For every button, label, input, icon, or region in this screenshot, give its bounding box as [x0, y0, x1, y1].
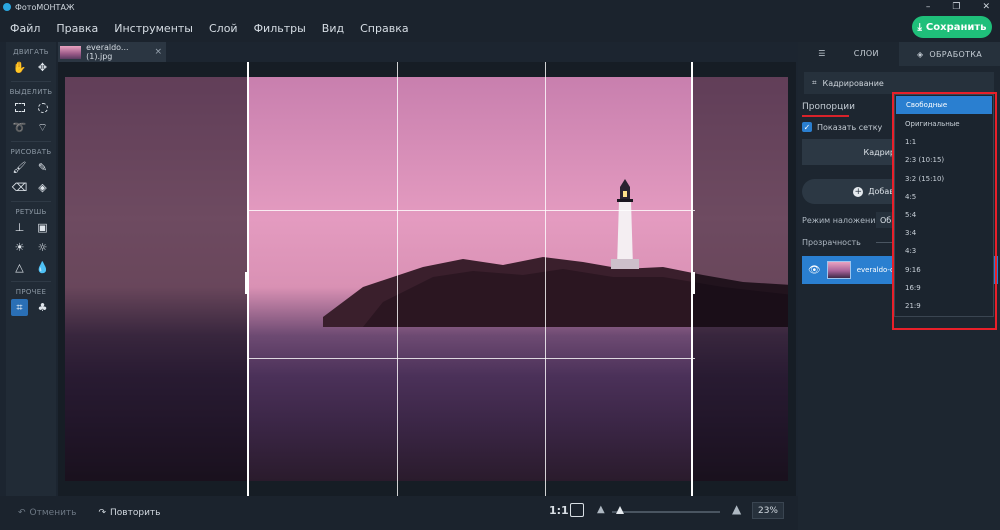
crop-icon[interactable]: ⌗	[11, 299, 28, 316]
tab-filename: everaldo... (1).jpg	[86, 43, 129, 61]
opacity-label: Прозрачность	[802, 238, 861, 247]
fill-icon[interactable]: ◈	[34, 179, 51, 196]
zoom-slider-knob[interactable]	[616, 506, 624, 514]
close-window-icon[interactable]: ✕	[982, 2, 990, 12]
redo-icon: ↷	[98, 508, 107, 518]
bottom-bar: ↶ Отменить ↷ Повторить 1:1 ▲ ▲ 23%	[0, 496, 800, 530]
sliders-icon: ☰	[818, 48, 826, 58]
close-icon[interactable]: ×	[154, 47, 162, 57]
actual-size-button[interactable]: 1:1	[549, 504, 569, 517]
lasso-icon[interactable]: ➰	[11, 119, 28, 136]
proportions-underline	[802, 115, 849, 117]
layers-icon: ◈	[916, 49, 924, 59]
show-grid-label: Показать сетку	[817, 122, 883, 132]
ellipse-select-icon[interactable]	[34, 99, 51, 116]
burn-icon[interactable]: ☼	[34, 239, 51, 256]
proportions-label: Пропорции	[802, 102, 855, 112]
dodge-icon[interactable]: ☀	[11, 239, 28, 256]
group-label-select: ВЫДЕЛИТЬ	[9, 88, 53, 96]
hand-icon[interactable]: ✋	[11, 59, 28, 76]
group-label-other: ПРОЧЕЕ	[15, 288, 47, 296]
rect-select-icon[interactable]	[11, 99, 28, 116]
canvas-area[interactable]	[58, 62, 796, 496]
menu-help[interactable]: Справка	[360, 22, 408, 35]
save-label: Сохранить	[925, 21, 987, 33]
app-logo-icon	[3, 3, 11, 11]
layer-thumbnail	[826, 261, 851, 279]
crop-handle-top-right[interactable]	[691, 62, 693, 70]
menu-view[interactable]: Вид	[322, 22, 344, 35]
move-icon[interactable]: ✥	[34, 59, 51, 76]
crop-handle-left[interactable]	[245, 272, 249, 294]
brush-icon[interactable]: 🖌	[11, 159, 28, 176]
menu-file[interactable]: Файл	[10, 22, 40, 35]
shapes-icon[interactable]: ♣	[34, 299, 51, 316]
tab-thumbnail	[60, 45, 82, 59]
tab-layers[interactable]: ☰ СЛОИ	[798, 42, 899, 66]
stamp-icon[interactable]: ⊥	[11, 219, 28, 236]
menu-layer[interactable]: Слой	[209, 22, 238, 35]
tool-sidebar: ДВИГАТЬ ✋ ✥ ВЫДЕЛИТЬ ➰ ⌔ РИСОВАТЬ 🖌 ✎ ⌫ …	[6, 42, 56, 496]
crop-tool-header[interactable]: ⌗ Кадрирование	[804, 72, 994, 94]
download-icon: ⤓	[917, 21, 922, 33]
pencil-icon[interactable]: ✎	[34, 159, 51, 176]
crop-handle-top-left[interactable]	[247, 62, 249, 70]
menu-filters[interactable]: Фильтры	[254, 22, 306, 35]
zoom-slider[interactable]	[612, 511, 720, 513]
group-label-draw: РИСОВАТЬ	[10, 148, 52, 156]
menu-bar: Файл Правка Инструменты Слой Фильтры Вид…	[0, 14, 1000, 42]
zoom-value-field[interactable]: 23%	[752, 502, 784, 519]
show-grid-checkbox[interactable]: ✓	[802, 122, 812, 132]
app-title: ФотоМОНТАЖ	[15, 2, 75, 12]
undo-button[interactable]: ↶ Отменить	[18, 508, 76, 518]
undo-label: Отменить	[29, 508, 77, 518]
maximize-icon[interactable]: ❐	[952, 2, 960, 12]
tab-processing-label: ОБРАБОТКА	[929, 49, 983, 59]
undo-icon: ↶	[18, 508, 26, 518]
minimize-icon[interactable]: –	[926, 2, 931, 12]
tab-layers-label: СЛОИ	[853, 48, 879, 58]
fit-screen-icon[interactable]	[570, 503, 584, 517]
plus-circle-icon: +	[853, 186, 864, 197]
patch-icon[interactable]: ▣	[34, 219, 51, 236]
document-tab[interactable]: everaldo... (1).jpg ×	[58, 42, 166, 62]
zoom-out-icon[interactable]: ▲	[597, 504, 605, 515]
poly-lasso-icon[interactable]: ⌔	[34, 119, 51, 136]
highlight-annotation	[892, 92, 997, 330]
save-button[interactable]: ⤓ Сохранить	[912, 16, 992, 38]
redo-button[interactable]: ↷ Повторить	[98, 508, 160, 518]
title-bar: ФотоМОНТАЖ – ❐ ✕	[0, 0, 1000, 14]
window-controls: – ❐ ✕	[926, 2, 990, 12]
zoom-in-icon[interactable]: ▲	[732, 502, 741, 516]
crop-handle-right[interactable]	[691, 272, 695, 294]
crop-tool-label: Кадрирование	[822, 78, 884, 88]
group-label-retouch: РЕТУШЬ	[15, 208, 47, 216]
eye-icon[interactable]: 👁	[808, 265, 821, 276]
blend-mode-label: Режим наложения:	[802, 216, 883, 225]
layer-name: everaldo-c	[856, 266, 894, 274]
show-grid-toggle[interactable]: ✓ Показать сетку	[802, 122, 882, 132]
redo-label: Повторить	[110, 508, 161, 518]
blur-icon[interactable]: 💧	[34, 259, 51, 276]
group-label-move: ДВИГАТЬ	[13, 48, 49, 56]
menu-edit[interactable]: Правка	[56, 22, 98, 35]
menu-tools[interactable]: Инструменты	[114, 22, 193, 35]
crop-frame[interactable]	[247, 62, 695, 496]
sharpen-icon[interactable]: △	[11, 259, 28, 276]
crop-tool-icon: ⌗	[812, 78, 817, 87]
eraser-icon[interactable]: ⌫	[11, 179, 28, 196]
tab-processing[interactable]: ◈ ОБРАБОТКА	[899, 42, 1000, 66]
